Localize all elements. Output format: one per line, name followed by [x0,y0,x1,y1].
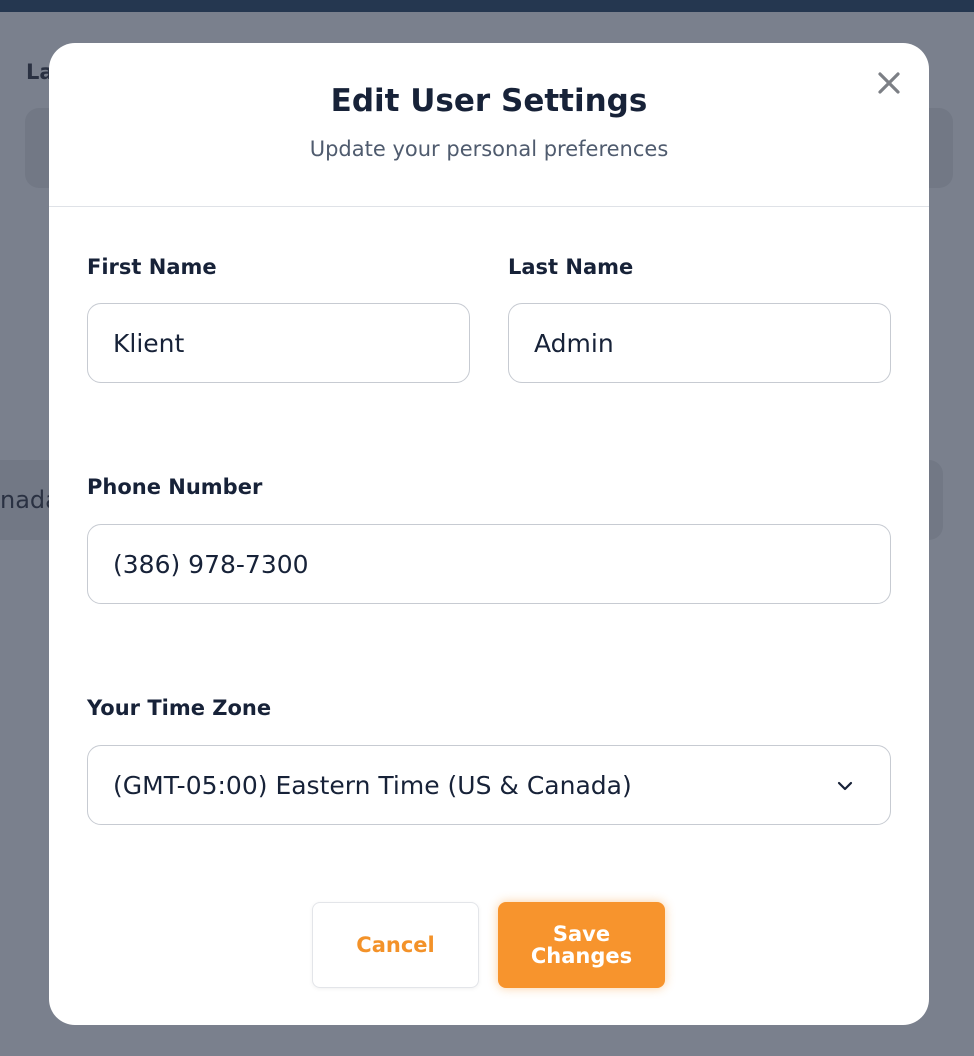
modal-header: Edit User Settings Update your personal … [49,43,929,207]
first-name-label: First Name [87,255,217,279]
save-changes-button[interactable]: Save Changes [498,902,665,988]
close-icon [878,72,900,94]
last-name-input[interactable]: Admin [508,303,891,383]
phone-number-label: Phone Number [87,475,263,499]
cancel-button[interactable]: Cancel [312,902,479,988]
save-label-line2: Changes [530,944,633,968]
edit-user-settings-modal: Edit User Settings Update your personal … [49,43,929,1025]
modal-subtitle: Update your personal preferences [309,137,669,161]
close-button[interactable] [873,67,905,99]
app-top-bar [0,0,974,12]
first-name-input[interactable]: Klient [87,303,470,383]
time-zone-select[interactable]: (GMT-05:00) Eastern Time (US & Canada) [87,745,891,825]
modal-title: Edit User Settings [330,83,648,119]
chevron-down-icon [837,781,853,791]
save-button-label: Save Changes [531,923,632,967]
save-label-line1: Save [552,922,611,946]
time-zone-label: Your Time Zone [87,696,272,720]
phone-number-input[interactable]: (386) 978-7300 [87,524,891,604]
last-name-label: Last Name [508,255,634,279]
time-zone-value: (GMT-05:00) Eastern Time (US & Canada) [113,770,632,800]
